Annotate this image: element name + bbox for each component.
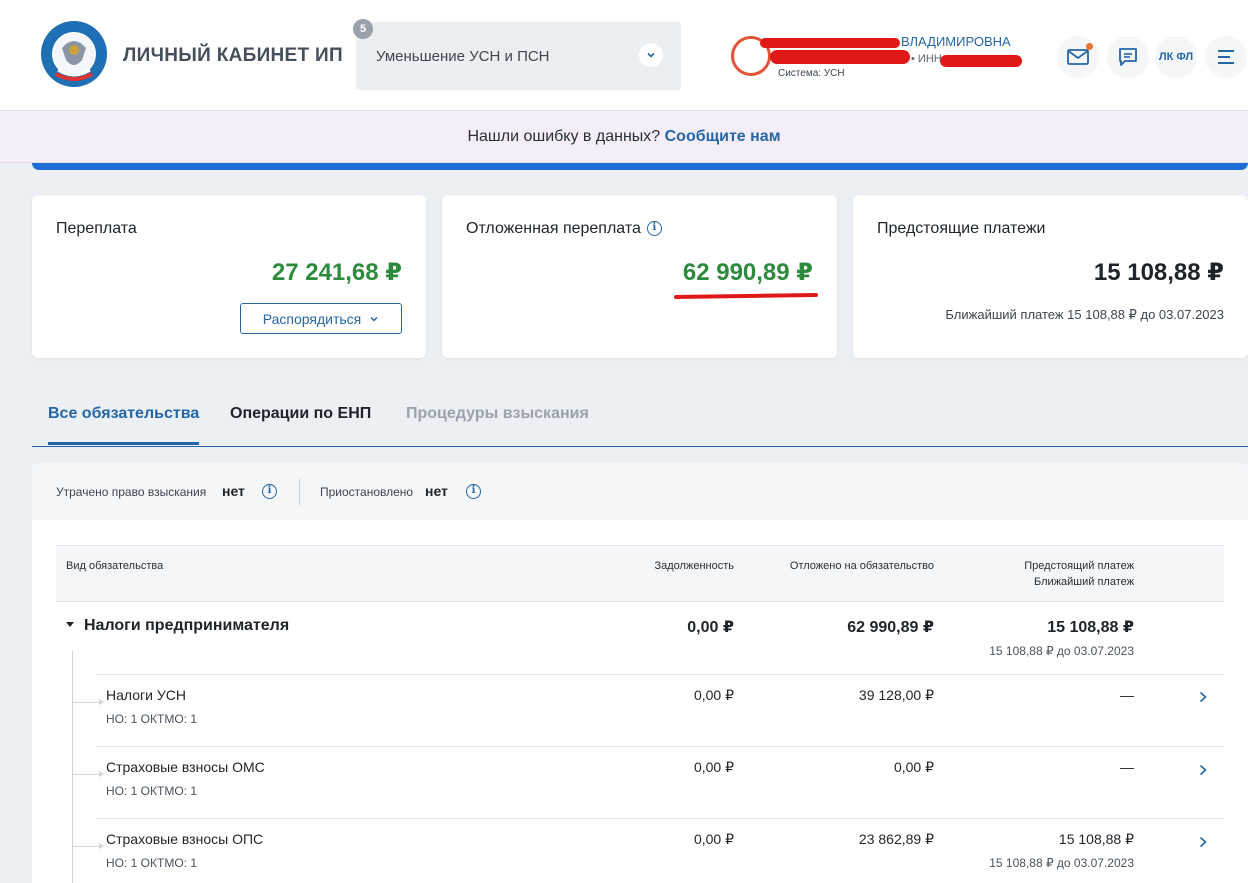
suspended-value: нет	[425, 483, 448, 499]
divider	[96, 674, 1224, 675]
messages-button[interactable]	[1057, 36, 1099, 78]
row-debt: 0,00 ₽	[693, 687, 734, 703]
redaction-mark	[940, 55, 1022, 67]
info-icon[interactable]: i	[646, 221, 662, 237]
fns-emblem-logo[interactable]	[40, 20, 108, 88]
row-deferred: 0,00 ₽	[893, 759, 934, 775]
row-name: Налоги УСН	[106, 687, 186, 703]
brand-title: ЛИЧНЫЙ КАБИНЕТ ИП	[123, 45, 343, 66]
divider	[96, 746, 1224, 747]
col-debt: Задолженность	[654, 560, 735, 572]
tree-branch	[72, 843, 104, 849]
suspended-label: Приостановлено	[320, 485, 414, 499]
banner-text: Нашли ошибку в данных?	[467, 128, 661, 145]
row-upcoming: —	[1120, 687, 1134, 703]
tab-enp-operations[interactable]: Операции по ЕНП	[230, 405, 371, 423]
user-name[interactable]: ВЛАДИМИРОВНА	[901, 34, 1011, 49]
row-deferred: 39 128,00 ₽	[858, 687, 934, 703]
mode-select[interactable]: Уменьшение УСН и ПСН	[356, 22, 681, 90]
mode-count-badge: 5	[353, 19, 373, 39]
notification-dot	[1086, 43, 1093, 50]
user-tax-system: Система: УСН	[778, 68, 845, 79]
row-upcoming: 15 108,88 ₽	[1058, 831, 1134, 847]
upcoming-amount: 15 108,88 ₽	[1093, 259, 1224, 286]
header: ЛИЧНЫЙ КАБИНЕТ ИП Уменьшение УСН и ПСН 5…	[0, 0, 1248, 111]
dispose-button[interactable]: Распорядиться	[240, 303, 402, 334]
overpay-card: Переплата 27 241,68 ₽ Распорядиться	[32, 195, 426, 358]
tree-branch	[72, 771, 104, 777]
nearest-payment-text: Ближайший платеж 15 108,88 ₽ до 03.07.20…	[945, 307, 1224, 322]
info-icon[interactable]: i	[262, 484, 277, 499]
obligations-panel: Утрачено право взыскания нет i Приостано…	[32, 463, 1248, 883]
tab-all-obligations[interactable]: Все обязательства	[48, 405, 200, 445]
col-nearest: Ближайший платеж	[1034, 576, 1134, 588]
row-meta: НО: 1 ОКТМО: 1	[106, 856, 198, 870]
group-upcoming: 15 108,88 ₽	[1047, 619, 1134, 636]
lk-fl-label: ЛК ФЛ	[1158, 51, 1194, 63]
overpay-amount: 27 241,68 ₽	[271, 259, 402, 286]
lost-right-value: нет	[222, 483, 245, 499]
group-upcoming-sub: 15 108,88 ₽ до 03.07.2023	[989, 644, 1134, 658]
red-underline-mark	[673, 292, 819, 300]
caret-down-icon[interactable]	[66, 621, 74, 629]
deferred-title: Отложенная переплата i	[466, 220, 662, 238]
filter-bar: Утрачено право взыскания нет i Приостано…	[32, 463, 1248, 520]
upcoming-payments-card: Предстоящие платежи 15 108,88 ₽ Ближайши…	[853, 195, 1248, 358]
hamburger-menu-icon	[1218, 50, 1234, 64]
row-name: Страховые взносы ОМС	[106, 759, 265, 775]
row-deferred: 23 862,89 ₽	[858, 831, 934, 847]
row-name: Страховые взносы ОПС	[106, 831, 264, 847]
col-deferred: Отложено на обязательство	[789, 560, 934, 572]
blue-strip	[32, 163, 1248, 170]
feedback-banner: Нашли ошибку в данных? Сообщите нам	[0, 111, 1248, 163]
redaction-mark	[770, 50, 910, 64]
deferred-overpay-card: Отложенная переплата i 62 990,89 ₽	[442, 195, 837, 358]
row-meta: НО: 1 ОКТМО: 1	[106, 784, 198, 798]
group-debt: 0,00 ₽	[687, 619, 734, 636]
info-icon[interactable]: i	[466, 484, 481, 499]
tabs: Все обязательства Операции по ЕНП Процед…	[32, 393, 1248, 447]
report-error-link[interactable]: Сообщите нам	[665, 128, 781, 145]
row-debt: 0,00 ₽	[693, 831, 734, 847]
group-deferred: 62 990,89 ₽	[847, 619, 934, 636]
divider	[299, 479, 300, 505]
row-upcoming-sub: 15 108,88 ₽ до 03.07.2023	[989, 856, 1134, 870]
upcoming-title: Предстоящие платежи	[877, 220, 1046, 237]
user-inn: • ИНН	[911, 53, 942, 65]
group-name[interactable]: Налоги предпринимателя	[84, 617, 289, 635]
mail-icon	[1067, 49, 1089, 65]
divider	[96, 818, 1224, 819]
lost-right-label: Утрачено право взыскания	[56, 485, 207, 499]
table-header: Вид обязательства Задолженность Отложено…	[56, 545, 1224, 602]
chevron-right-icon[interactable]	[1197, 764, 1209, 776]
chevron-right-icon[interactable]	[1197, 691, 1209, 703]
overpay-title: Переплата	[56, 220, 137, 237]
chevron-right-icon[interactable]	[1197, 836, 1209, 848]
tree-line	[72, 651, 73, 883]
row-debt: 0,00 ₽	[693, 759, 734, 775]
tree-branch	[72, 699, 104, 705]
chat-button[interactable]	[1107, 36, 1149, 78]
menu-button[interactable]	[1205, 36, 1247, 78]
col-obligation-type: Вид обязательства	[66, 560, 164, 572]
chevron-down-icon[interactable]	[639, 43, 663, 67]
chevron-down-icon	[370, 316, 378, 322]
tab-collection-procedures[interactable]: Процедуры взыскания	[406, 405, 589, 423]
lk-fl-button[interactable]: ЛК ФЛ	[1155, 36, 1197, 78]
dispose-button-label: Распорядиться	[262, 310, 362, 327]
row-upcoming: —	[1120, 759, 1134, 775]
deferred-title-text: Отложенная переплата	[466, 220, 641, 237]
redaction-mark	[760, 38, 900, 48]
chat-icon	[1119, 48, 1137, 66]
deferred-amount: 62 990,89 ₽	[682, 259, 813, 286]
row-meta: НО: 1 ОКТМО: 1	[106, 712, 198, 726]
col-upcoming: Предстоящий платеж	[1024, 560, 1134, 572]
mode-select-value: Уменьшение УСН и ПСН	[376, 48, 550, 65]
